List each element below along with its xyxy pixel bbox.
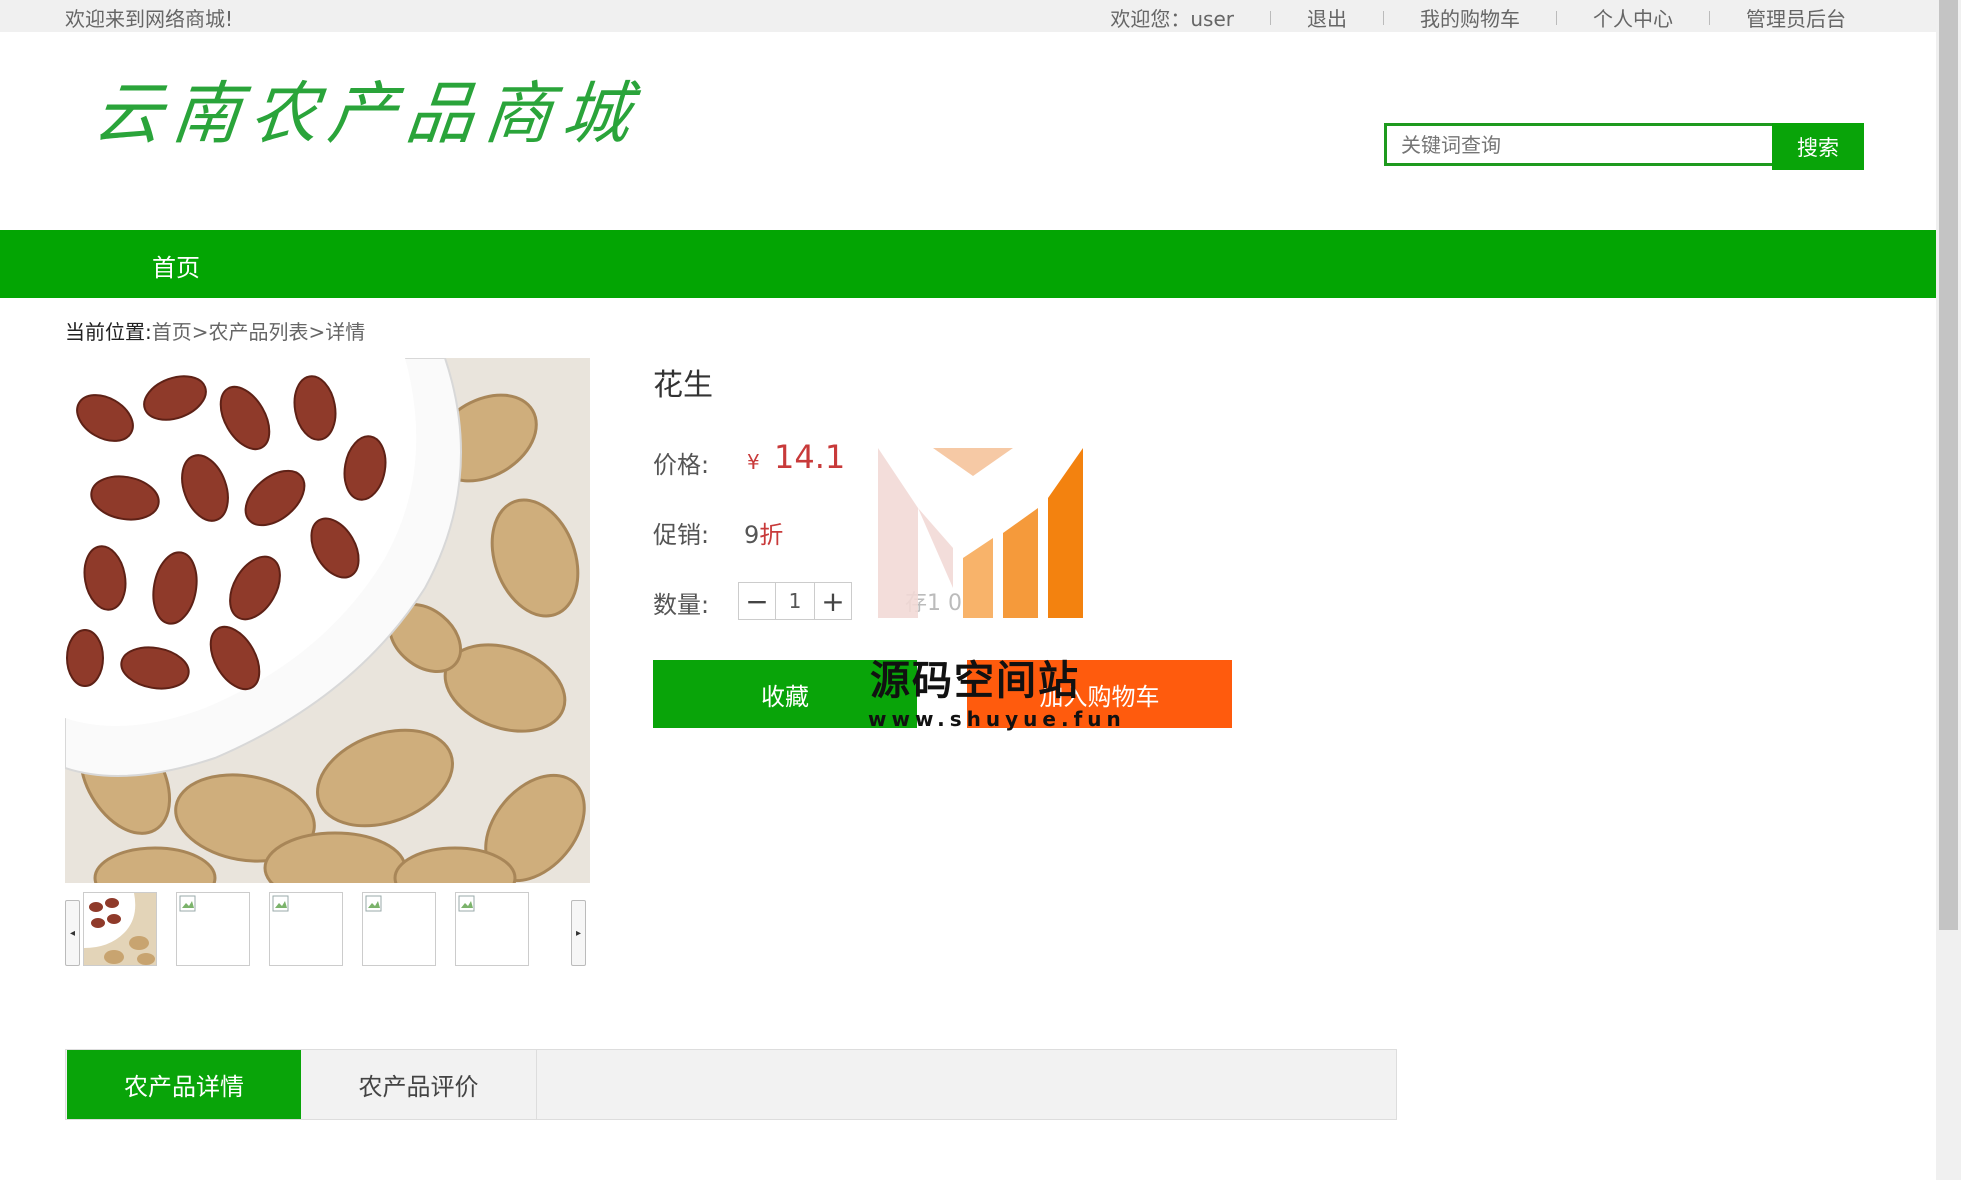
top-links: 欢迎您：user 退出 我的购物车 个人中心 管理员后台 [1110, 3, 1846, 32]
thumb-prev-button[interactable]: ◂ [65, 900, 80, 966]
thumbnail-2[interactable] [176, 892, 250, 966]
thumb-next-button[interactable]: ▸ [571, 900, 586, 966]
thumbnail-1[interactable] [83, 892, 157, 966]
thumbnail-3[interactable] [269, 892, 343, 966]
broken-image-icon [365, 895, 382, 912]
quantity-increment-button[interactable]: + [814, 582, 852, 620]
thumbnail-4[interactable] [362, 892, 436, 966]
breadcrumb-path[interactable]: 首页>农产品列表>详情 [152, 320, 366, 344]
admin-link[interactable]: 管理员后台 [1746, 3, 1846, 32]
broken-image-icon [458, 895, 475, 912]
price-label: 价格: [653, 451, 710, 479]
logout-link[interactable]: 退出 [1307, 3, 1347, 32]
product-price: 14.1 [774, 438, 846, 476]
breadcrumb: 当前位置:首页>农产品列表>详情 [65, 316, 365, 345]
user-greeting-link[interactable]: 欢迎您：user [1110, 3, 1234, 32]
profile-link[interactable]: 个人中心 [1593, 3, 1673, 32]
watermark-title: 源码空间站 [870, 658, 1080, 704]
site-logo[interactable]: 云南农产品商城 [90, 58, 646, 157]
tab-product-reviews[interactable]: 农产品评价 [301, 1050, 537, 1119]
promo-value: 9折 [744, 515, 783, 550]
quantity-label: 数量: [653, 591, 710, 619]
divider [1270, 10, 1271, 25]
search-button[interactable]: 搜索 [1772, 123, 1864, 170]
peanut-thumb-image [84, 893, 156, 965]
quantity-decrement-button[interactable]: − [738, 582, 776, 620]
breadcrumb-label: 当前位置: [65, 320, 152, 344]
search-box [1384, 123, 1772, 166]
divider [1556, 10, 1557, 25]
divider [1383, 10, 1384, 25]
broken-image-icon [179, 895, 196, 912]
divider [1709, 10, 1710, 25]
scrollbar-thumb[interactable] [1939, 0, 1958, 930]
nav-item-home[interactable]: 首页 [152, 248, 200, 283]
search-input[interactable] [1387, 126, 1772, 163]
watermark-url: www.shuyue.fun [868, 707, 1126, 731]
top-bar: 欢迎来到网络商城! 欢迎您：user 退出 我的购物车 个人中心 管理员后台 [0, 0, 1936, 32]
quantity-input[interactable] [776, 582, 814, 620]
currency-symbol: ¥ [747, 450, 760, 474]
promo-suffix: 折 [759, 521, 784, 549]
peanut-photo [65, 358, 590, 883]
broken-image-icon [272, 895, 289, 912]
product-main-image [65, 358, 590, 883]
my-cart-link[interactable]: 我的购物车 [1420, 3, 1520, 32]
promo-label: 促销: [653, 521, 710, 549]
promo-number: 9 [744, 521, 760, 549]
watermark-logo-icon [878, 448, 1083, 618]
thumbnail-5[interactable] [455, 892, 529, 966]
main-nav: 首页 [0, 230, 1936, 298]
welcome-text: 欢迎来到网络商城! [65, 7, 234, 31]
product-title: 花生 [653, 368, 713, 403]
tab-product-details[interactable]: 农产品详情 [67, 1050, 301, 1119]
